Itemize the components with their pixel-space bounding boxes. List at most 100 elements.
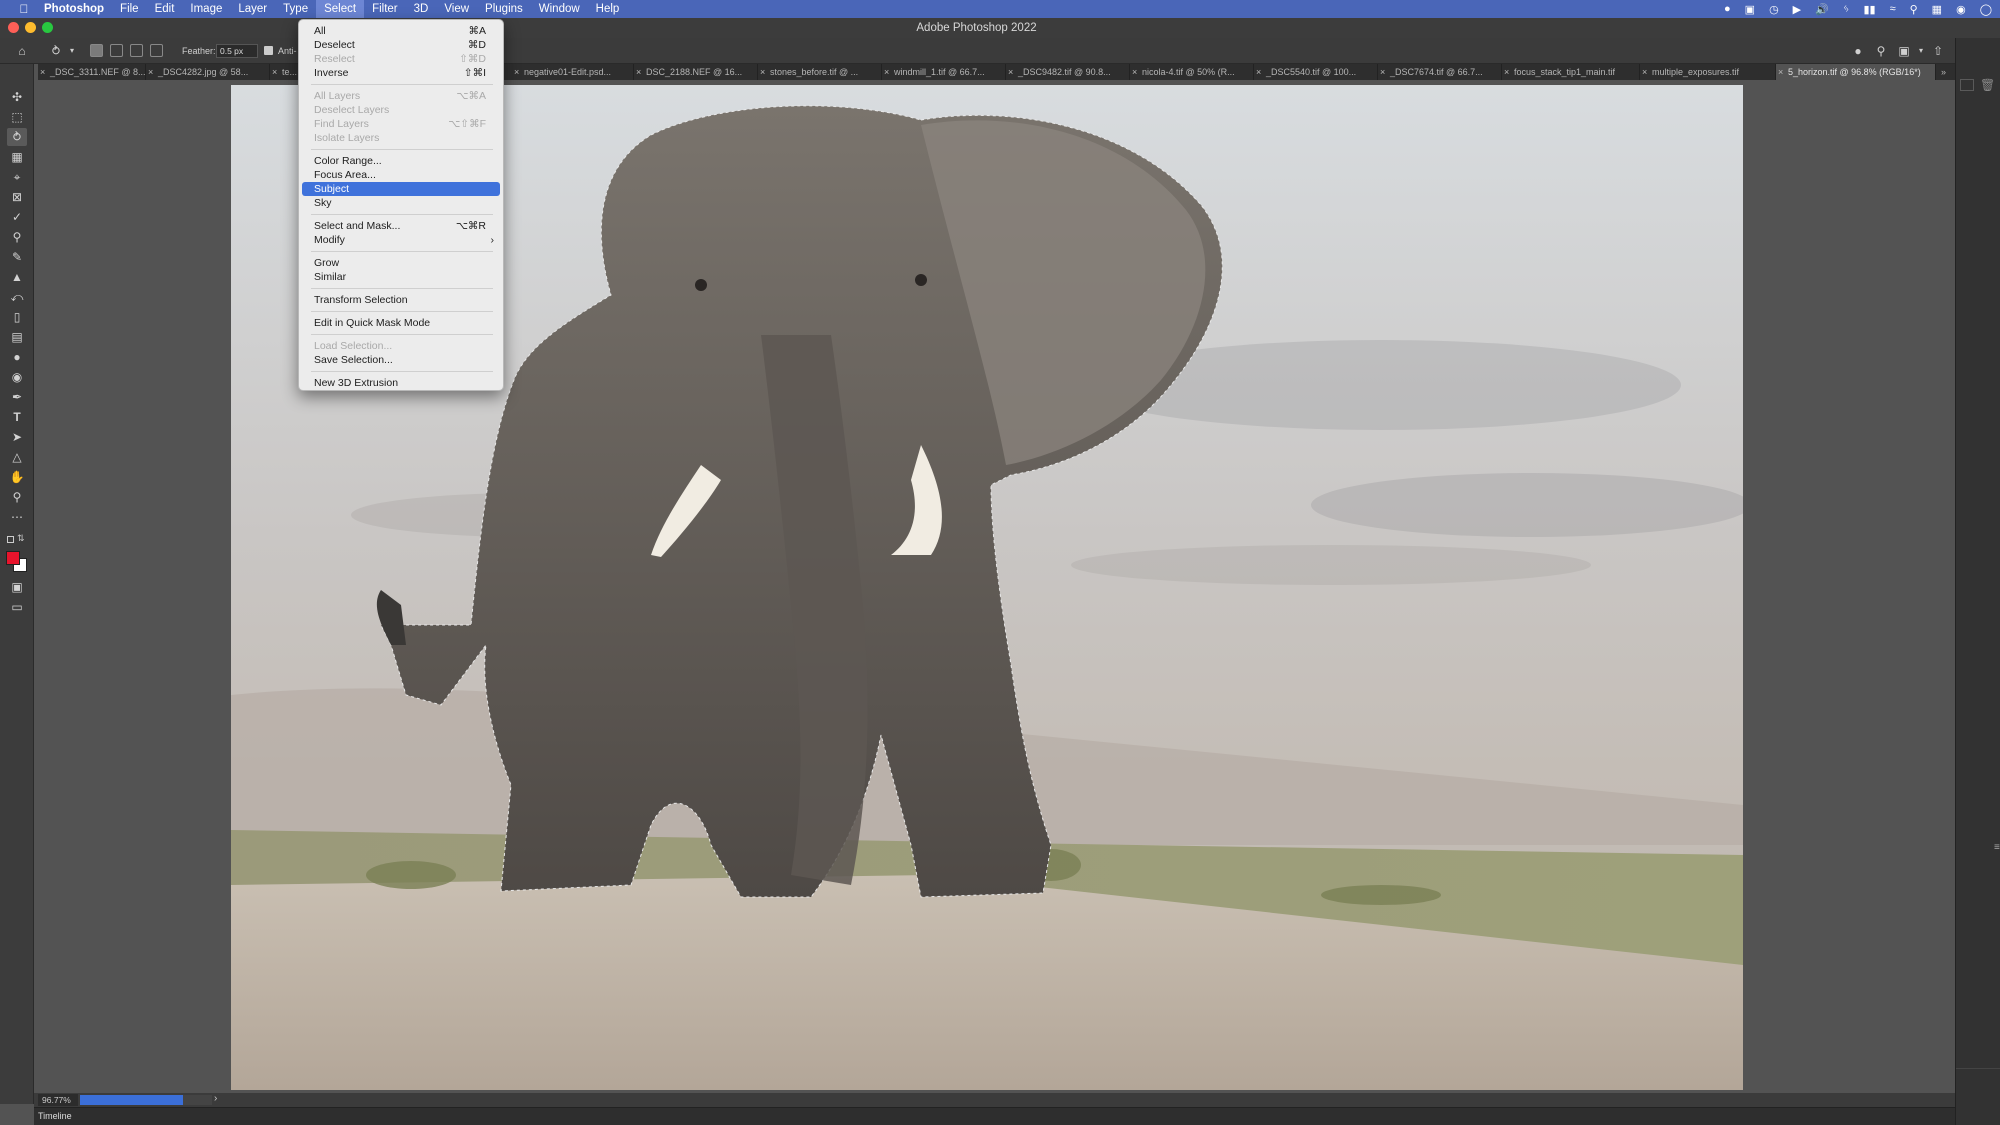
menu-item-subject[interactable]: Subject xyxy=(302,182,500,196)
frame-icon[interactable]: ⊠ xyxy=(7,188,27,206)
close-tab-icon[interactable]: × xyxy=(636,64,641,80)
wifi-icon[interactable]: ≈ xyxy=(1890,3,1896,15)
battery-icon[interactable]: ▮▮ xyxy=(1863,3,1875,16)
bluetooth-icon[interactable]: ᛃ xyxy=(1843,3,1850,15)
marquee-icon[interactable]: ⬚ xyxy=(7,108,27,126)
blur-icon[interactable]: ● xyxy=(7,348,27,366)
menu-item-color-range[interactable]: Color Range... xyxy=(302,154,500,168)
apple-icon[interactable]:  xyxy=(14,2,34,16)
status-menu-arrow[interactable]: › xyxy=(214,1093,217,1104)
close-tab-icon[interactable]: × xyxy=(760,64,765,80)
menu-item-new-3d-extrusion[interactable]: New 3D Extrusion xyxy=(302,376,500,390)
menu-select[interactable]: Select xyxy=(316,0,365,18)
menu-image[interactable]: Image xyxy=(182,0,230,18)
intersect-selection-mode-icon[interactable] xyxy=(150,44,163,57)
menu-layer[interactable]: Layer xyxy=(230,0,275,18)
menu-item-sky[interactable]: Sky xyxy=(302,196,500,210)
feather-input[interactable]: 0.5 px xyxy=(216,44,258,58)
doc-tab[interactable]: × windmill_1.tif @ 66.7... xyxy=(882,64,1006,80)
more-tools-icon[interactable]: ⋯ xyxy=(7,508,27,526)
gradient-icon[interactable]: ▤ xyxy=(7,328,27,346)
object-select-icon[interactable]: ▦ xyxy=(7,148,27,166)
quick-mask-icon[interactable]: ▣ xyxy=(7,578,27,596)
chevron-down-icon[interactable]: ▾ xyxy=(1913,43,1929,59)
foreground-color-swatch[interactable] xyxy=(6,551,20,565)
dodge-icon[interactable]: ◉ xyxy=(7,368,27,386)
shape-icon[interactable]: △ xyxy=(7,448,27,466)
doc-tab[interactable]: × multiple_exposures.tif xyxy=(1640,64,1776,80)
crop-icon[interactable]: ⌖ xyxy=(7,168,27,186)
doc-tab-active[interactable]: × 5_horizon.tif @ 96.8% (RGB/16*) xyxy=(1776,64,1936,80)
doc-tab[interactable]: × _DSC9482.tif @ 90.8... xyxy=(1006,64,1130,80)
menu-item-edit-quick-mask[interactable]: Edit in Quick Mask Mode xyxy=(302,316,500,330)
anti-alias-checkbox[interactable] xyxy=(264,46,273,55)
spotlight-search-icon[interactable]: ⚲ xyxy=(1910,3,1918,16)
healing-brush-icon[interactable]: ⚲ xyxy=(7,228,27,246)
doc-tab[interactable]: × _DSC5540.tif @ 100... xyxy=(1254,64,1378,80)
history-brush-icon[interactable]: ⤺ xyxy=(7,288,27,306)
location-icon[interactable]: ● xyxy=(1724,3,1731,15)
zoom-icon[interactable]: ⚲ xyxy=(7,488,27,506)
menu-help[interactable]: Help xyxy=(588,0,628,18)
new-selection-mode-icon[interactable] xyxy=(90,44,103,57)
close-tab-icon[interactable]: × xyxy=(40,64,45,80)
close-tab-icon[interactable]: × xyxy=(1778,64,1783,80)
close-tab-icon[interactable]: × xyxy=(272,64,277,80)
menu-item-all[interactable]: All ⌘A xyxy=(302,24,500,38)
zoom-level-field[interactable]: 96.77% xyxy=(38,1094,78,1106)
lasso-icon[interactable]: ⥁ xyxy=(7,128,27,146)
doc-tab[interactable]: × nicola-4.tif @ 50% (R... xyxy=(1130,64,1254,80)
menu-window[interactable]: Window xyxy=(531,0,588,18)
doc-tab[interactable]: × _DSC_3311.NEF @ 8... xyxy=(38,64,146,80)
doc-tab[interactable]: × _DSC7674.tif @ 66.7... xyxy=(1378,64,1502,80)
menu-filter[interactable]: Filter xyxy=(364,0,406,18)
pen-icon[interactable]: ✒ xyxy=(7,388,27,406)
close-tab-icon[interactable]: × xyxy=(148,64,153,80)
type-icon[interactable]: T xyxy=(7,408,27,426)
doc-tab[interactable]: × focus_stack_tip1_main.tif xyxy=(1502,64,1640,80)
folder-icon[interactable] xyxy=(1960,79,1974,91)
path-select-icon[interactable]: ➤ xyxy=(7,428,27,446)
close-tab-icon[interactable]: × xyxy=(1008,64,1013,80)
play-icon[interactable]: ▶ xyxy=(1793,3,1801,16)
close-tab-icon[interactable]: × xyxy=(514,64,519,80)
menu-item-inverse[interactable]: Inverse ⇧⌘I xyxy=(302,66,500,80)
trash-icon[interactable]: 🗑 xyxy=(1980,78,1995,92)
close-tab-icon[interactable]: × xyxy=(1256,64,1261,80)
doc-tab[interactable]: × te... xyxy=(270,64,300,80)
share-person-icon[interactable]: ● xyxy=(1850,43,1866,59)
control-center-icon[interactable]: ▦ xyxy=(1932,3,1942,16)
timeline-panel[interactable]: Timeline xyxy=(34,1107,1955,1125)
menu-item-grow[interactable]: Grow xyxy=(302,256,500,270)
move-icon[interactable]: ✣ xyxy=(7,88,27,106)
doc-tab[interactable]: × negative01-Edit.psd... xyxy=(512,64,634,80)
menu-view[interactable]: View xyxy=(436,0,477,18)
siri-icon[interactable]: ◉ xyxy=(1956,3,1966,16)
more-tabs-icon[interactable]: » xyxy=(1938,64,1955,80)
display-icon[interactable]: ▣ xyxy=(1745,3,1755,16)
subtract-selection-mode-icon[interactable] xyxy=(130,44,143,57)
menu-app-photoshop[interactable]: Photoshop xyxy=(34,0,112,18)
close-tab-icon[interactable]: × xyxy=(884,64,889,80)
time-machine-icon[interactable]: ◷ xyxy=(1769,3,1779,16)
menu-item-select-and-mask[interactable]: Select and Mask... ⌥⌘R xyxy=(302,219,500,233)
menu-type[interactable]: Type xyxy=(275,0,316,18)
share-icon[interactable]: ⇧ xyxy=(1930,43,1946,59)
close-tab-icon[interactable]: × xyxy=(1380,64,1385,80)
doc-tab[interactable]: × stones_before.tif @ ... xyxy=(758,64,882,80)
menu-item-similar[interactable]: Similar xyxy=(302,270,500,284)
menu-plugins[interactable]: Plugins xyxy=(477,0,531,18)
user-icon[interactable]: ◯ xyxy=(1980,3,1992,16)
menu-item-focus-area[interactable]: Focus Area... xyxy=(302,168,500,182)
menu-item-deselect[interactable]: Deselect ⌘D xyxy=(302,38,500,52)
chevron-down-icon[interactable]: ▾ xyxy=(64,43,80,59)
clone-stamp-icon[interactable]: ▲ xyxy=(7,268,27,286)
menu-item-modify[interactable]: Modify › xyxy=(302,233,500,247)
close-tab-icon[interactable]: × xyxy=(1642,64,1647,80)
workspace-icon[interactable]: ▣ xyxy=(1896,43,1912,59)
home-icon[interactable]: ⌂ xyxy=(14,43,30,59)
search-icon[interactable]: ⚲ xyxy=(1873,43,1889,59)
default-colors-icon[interactable] xyxy=(7,536,14,543)
hand-icon[interactable]: ✋ xyxy=(7,468,27,486)
eraser-icon[interactable]: ▯ xyxy=(7,308,27,326)
